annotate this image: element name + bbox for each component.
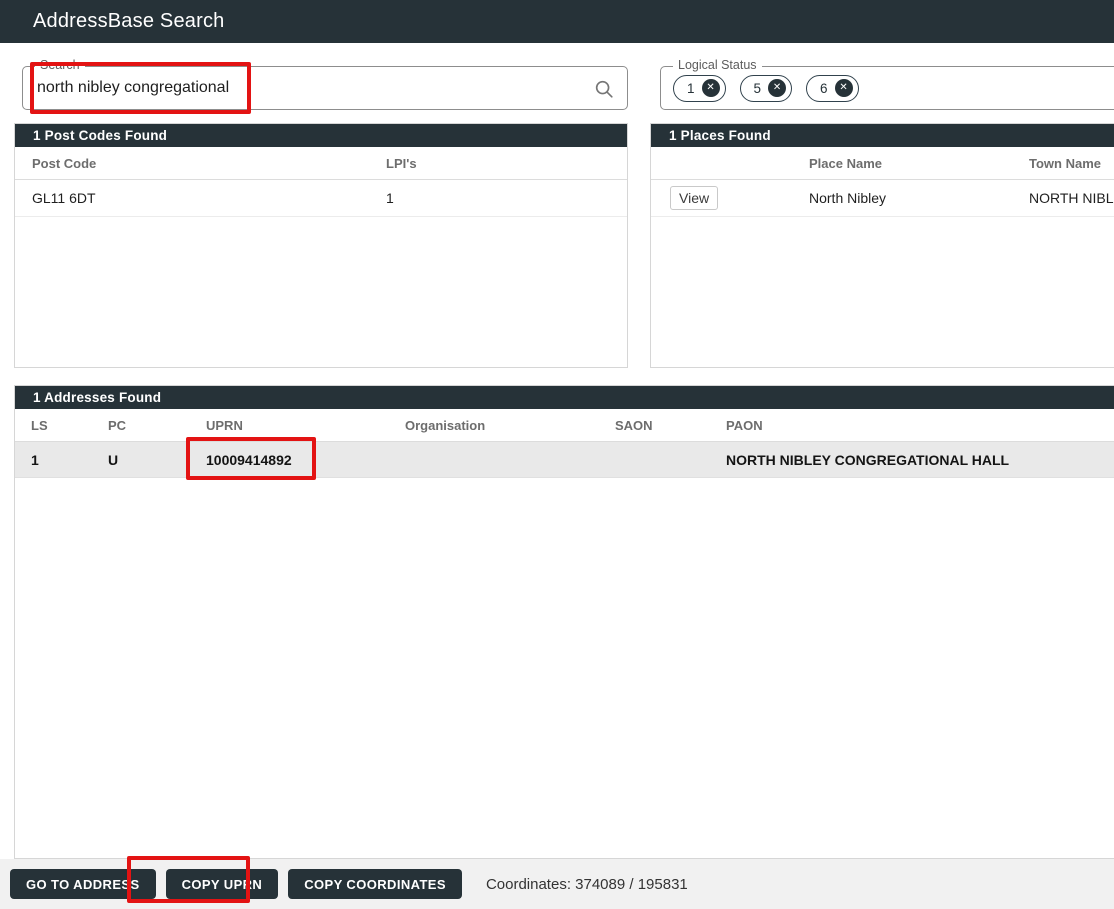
cancel-icon[interactable]: ✕ — [701, 79, 720, 97]
addressbase-search-window: AddressBase Search Search Logical Status… — [0, 0, 1114, 909]
cancel-icon[interactable]: ✕ — [834, 79, 853, 97]
column-header-uprn: UPRN — [206, 417, 243, 433]
addresses-panel-title: 1 Addresses Found — [15, 386, 1114, 409]
app-title: AddressBase Search — [33, 10, 225, 32]
uprn-value: 10009414892 — [206, 451, 292, 468]
postcodes-panel: 1 Post Codes Found Post Code LPI's GL11 … — [14, 123, 628, 368]
column-header-saon: SAON — [615, 417, 653, 433]
status-chip-label: 6 — [820, 80, 828, 96]
postcodes-table-header: Post Code LPI's — [15, 147, 627, 180]
search-field: Search — [22, 58, 628, 110]
places-panel: 1 Places Found Place Name Town Name View… — [650, 123, 1114, 368]
logical-status-label: Logical Status — [673, 58, 762, 72]
search-icon[interactable] — [593, 78, 615, 100]
status-chip-1[interactable]: 1 ✕ — [673, 74, 726, 102]
cancel-icon[interactable]: ✕ — [768, 79, 787, 97]
address-row[interactable]: 1 U 10009414892 NORTH NIBLEY CONGREGATIO… — [15, 442, 1114, 478]
pc-value: U — [108, 451, 119, 468]
coordinates-readout: Coordinates: 374089 / 195831 — [485, 875, 688, 893]
lpis-value: 1 — [386, 190, 394, 206]
postcode-value: GL11 6DT — [32, 190, 96, 206]
town-name-value: NORTH NIBLEY — [1029, 190, 1114, 206]
app-header: AddressBase Search — [0, 0, 1114, 43]
status-chip-5[interactable]: 5 ✕ — [739, 74, 793, 102]
column-header-ls: LS — [31, 417, 48, 433]
search-field-label: Search — [35, 58, 85, 72]
column-header-lpis: LPI's — [386, 155, 417, 171]
place-name-value: North Nibley — [809, 190, 887, 206]
ls-value: 1 — [31, 451, 39, 468]
column-header-post-code: Post Code — [32, 155, 97, 171]
go-to-address-button[interactable]: GO TO ADDRESS — [10, 869, 156, 899]
logical-status-field: Logical Status 1 ✕ 5 ✕ 6 ✕ — [660, 58, 1114, 110]
footer-action-bar: GO TO ADDRESS COPY UPRN COPY COORDINATES… — [0, 859, 1114, 909]
postcode-row[interactable]: GL11 6DT 1 — [15, 180, 627, 217]
column-header-organisation: Organisation — [405, 417, 486, 433]
column-header-place-name: Place Name — [809, 155, 882, 171]
copy-coordinates-button[interactable]: COPY COORDINATES — [288, 869, 462, 899]
places-table-header: Place Name Town Name — [651, 147, 1114, 180]
column-header-paon: PAON — [726, 417, 763, 433]
copy-uprn-button[interactable]: COPY UPRN — [165, 869, 279, 899]
status-chip-label: 1 — [687, 80, 695, 96]
status-chip-6[interactable]: 6 ✕ — [806, 74, 859, 102]
logical-status-chips: 1 ✕ 5 ✕ 6 ✕ — [673, 74, 859, 102]
search-input[interactable] — [23, 68, 573, 108]
postcodes-panel-title: 1 Post Codes Found — [15, 124, 627, 147]
column-header-pc: PC — [108, 417, 127, 433]
column-header-town-name: Town Name — [1029, 155, 1101, 171]
places-panel-title: 1 Places Found — [651, 124, 1114, 147]
view-button[interactable]: View — [670, 186, 719, 210]
paon-value: NORTH NIBLEY CONGREGATIONAL HALL — [726, 451, 1010, 468]
addresses-table-header: LS PC UPRN Organisation SAON PAON — [15, 409, 1114, 442]
place-row[interactable]: View North Nibley NORTH NIBLEY — [651, 180, 1114, 217]
addresses-panel: 1 Addresses Found LS PC UPRN Organisatio… — [14, 385, 1114, 859]
status-chip-label: 5 — [753, 80, 762, 96]
